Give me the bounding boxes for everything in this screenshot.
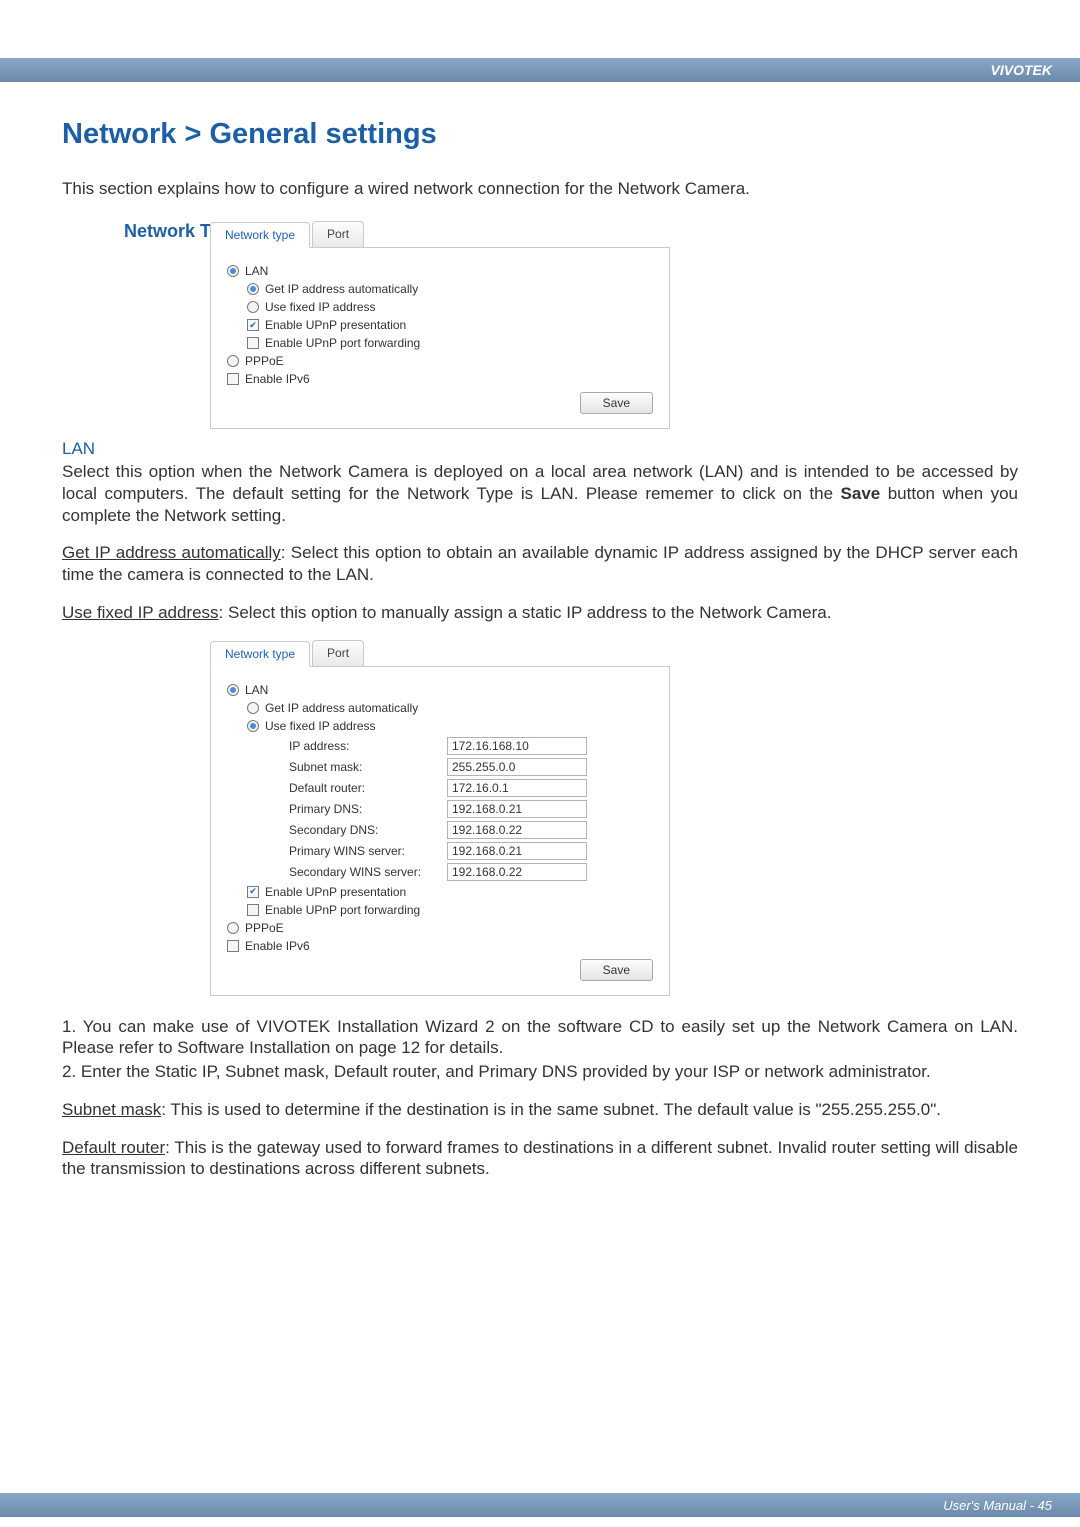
label-default-router: Default router: (289, 781, 447, 795)
save-button[interactable]: Save (580, 392, 653, 414)
checkbox-upnp-port-forwarding[interactable] (247, 337, 259, 349)
checkbox-enable-ipv6-2[interactable] (227, 940, 239, 952)
checkbox-upnp-presentation-2[interactable] (247, 886, 259, 898)
list-item-1: 1. You can make use of VIVOTEK Installat… (62, 1016, 1018, 1060)
input-subnet-mask[interactable] (447, 758, 587, 776)
label-get-ip-auto-2: Get IP address automatically (265, 701, 418, 715)
input-ip-address[interactable] (447, 737, 587, 755)
screenshot-network-type-basic: Network type Port LAN Get IP address aut… (210, 221, 1018, 429)
top-whitespace (0, 0, 1080, 58)
subnet-mask-label: Subnet mask (62, 1100, 161, 1119)
lan-section-heading: LAN (62, 439, 1018, 459)
use-fixed-label: Use fixed IP address (62, 603, 219, 622)
radio-get-ip-auto[interactable] (247, 283, 259, 295)
radio-pppoe-2[interactable] (227, 922, 239, 934)
page-title: Network > General settings (62, 118, 1018, 151)
save-button-2[interactable]: Save (580, 959, 653, 981)
brand-text: VIVOTEK (991, 62, 1052, 78)
get-ip-paragraph: Get IP address automatically: Select thi… (62, 542, 1018, 586)
screenshot-network-type-fixed-ip: Network type Port LAN Get IP address aut… (210, 640, 1018, 996)
label-subnet-mask: Subnet mask: (289, 760, 447, 774)
get-ip-label: Get IP address automatically (62, 543, 281, 562)
default-router-paragraph: Default router: This is the gateway used… (62, 1137, 1018, 1181)
intro-text: This section explains how to configure a… (62, 179, 1018, 199)
footer-bar: User's Manual - 45 (0, 1493, 1080, 1517)
label-enable-ipv6-2: Enable IPv6 (245, 939, 310, 953)
label-ip-address: IP address: (289, 739, 447, 753)
radio-get-ip-auto-2[interactable] (247, 702, 259, 714)
checkbox-enable-ipv6[interactable] (227, 373, 239, 385)
label-upnp-port-forwarding-2: Enable UPnP port forwarding (265, 903, 420, 917)
label-enable-ipv6: Enable IPv6 (245, 372, 310, 386)
label-lan-2: LAN (245, 683, 268, 697)
subnet-mask-paragraph: Subnet mask: This is used to determine i… (62, 1099, 1018, 1121)
label-pppoe: PPPoE (245, 354, 284, 368)
label-lan: LAN (245, 264, 268, 278)
label-primary-dns: Primary DNS: (289, 802, 447, 816)
input-primary-dns[interactable] (447, 800, 587, 818)
input-default-router[interactable] (447, 779, 587, 797)
label-get-ip-auto: Get IP address automatically (265, 282, 418, 296)
label-upnp-presentation-2: Enable UPnP presentation (265, 885, 406, 899)
label-primary-wins: Primary WINS server: (289, 844, 447, 858)
list-item-2: 2. Enter the Static IP, Subnet mask, Def… (62, 1061, 1018, 1083)
checkbox-upnp-port-forwarding-2[interactable] (247, 904, 259, 916)
input-secondary-dns[interactable] (447, 821, 587, 839)
label-secondary-dns: Secondary DNS: (289, 823, 447, 837)
input-primary-wins[interactable] (447, 842, 587, 860)
radio-use-fixed-ip[interactable] (247, 301, 259, 313)
tab-port-2[interactable]: Port (312, 640, 364, 666)
tab-port[interactable]: Port (312, 221, 364, 247)
lan-paragraph: Select this option when the Network Came… (62, 461, 1018, 526)
input-secondary-wins[interactable] (447, 863, 587, 881)
label-upnp-port-forwarding: Enable UPnP port forwarding (265, 336, 420, 350)
label-use-fixed-ip-2: Use fixed IP address (265, 719, 376, 733)
radio-use-fixed-ip-2[interactable] (247, 720, 259, 732)
label-pppoe-2: PPPoE (245, 921, 284, 935)
tab-network-type-2[interactable]: Network type (210, 641, 310, 667)
footer-text: User's Manual - 45 (943, 1498, 1052, 1513)
brand-bar: VIVOTEK (0, 58, 1080, 82)
tab-bar: Network type Port (210, 221, 670, 248)
radio-lan[interactable] (227, 265, 239, 277)
checkbox-upnp-presentation[interactable] (247, 319, 259, 331)
label-secondary-wins: Secondary WINS server: (289, 865, 447, 879)
radio-lan-2[interactable] (227, 684, 239, 696)
tab-bar-2: Network type Port (210, 640, 670, 667)
tab-network-type[interactable]: Network type (210, 222, 310, 248)
radio-pppoe[interactable] (227, 355, 239, 367)
use-fixed-paragraph: Use fixed IP address: Select this option… (62, 602, 1018, 624)
default-router-label: Default router (62, 1138, 165, 1157)
label-use-fixed-ip: Use fixed IP address (265, 300, 376, 314)
label-upnp-presentation: Enable UPnP presentation (265, 318, 406, 332)
